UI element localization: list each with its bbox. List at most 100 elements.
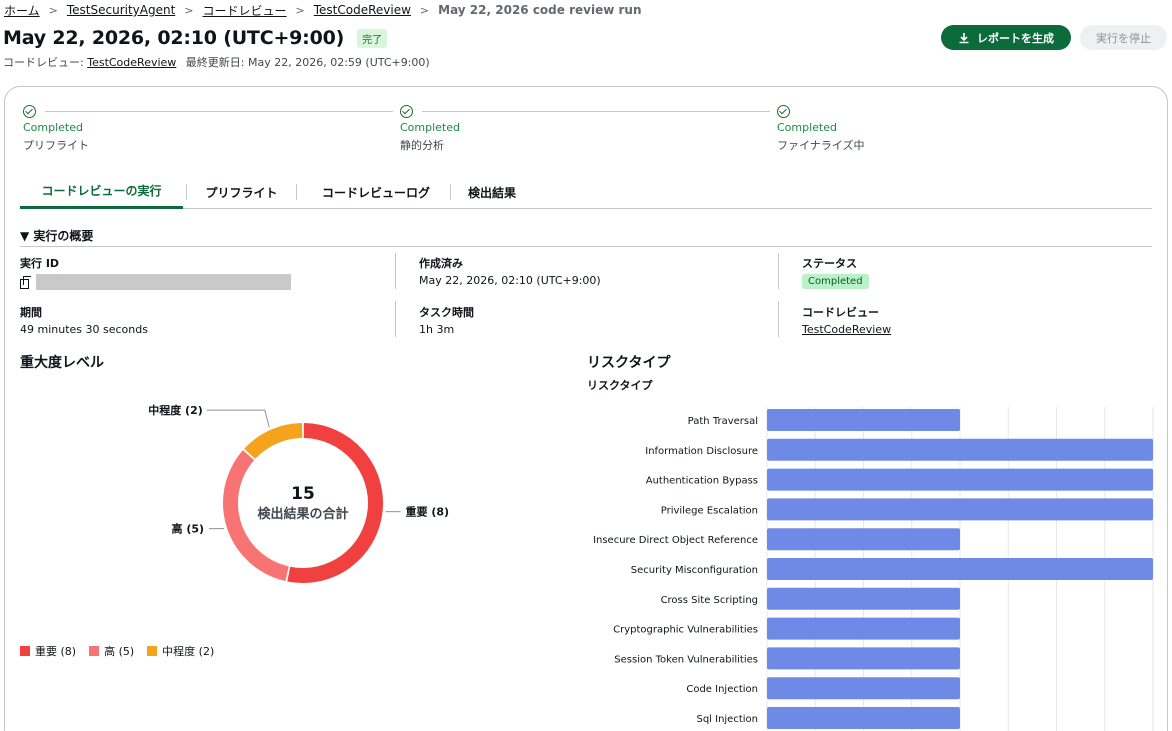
risk-bar[interactable] <box>767 438 1153 461</box>
step-connector <box>45 111 393 112</box>
risk-bar[interactable] <box>767 617 960 640</box>
status-badge: Completed <box>802 274 869 289</box>
severity-heading: 重大度レベル <box>20 355 104 371</box>
run-id-label: 実行 ID <box>20 257 60 270</box>
breadcrumb-agent-link[interactable]: TestSecurityAgent <box>67 3 175 17</box>
legend-label: 中程度 (2) <box>162 645 215 658</box>
legend-label: 重要 (8) <box>35 645 77 658</box>
risk-bar[interactable] <box>767 707 960 729</box>
breadcrumb: ホーム > TestSecurityAgent > コードレビュー > Test… <box>4 2 641 18</box>
status-badge: 完了 <box>357 28 388 48</box>
download-icon <box>959 32 969 43</box>
title-row: May 22, 2026, 02:10 (UTC+9:00) 完了 <box>3 27 388 49</box>
donut-total: 15 <box>291 484 315 504</box>
code-review-link[interactable]: TestCodeReview <box>802 323 891 336</box>
risk-category-label: Privilege Escalation <box>661 505 758 516</box>
tab-code-review-run[interactable]: コードレビューの実行 <box>20 175 183 209</box>
tab-divider <box>450 184 451 200</box>
created-value: May 22, 2026, 02:10 (UTC+9:00) <box>419 274 601 287</box>
check-circle-icon <box>23 105 36 118</box>
risk-bar[interactable] <box>767 587 960 610</box>
step-name: プリフライト <box>23 139 89 152</box>
tab-bar: コードレビューの実行 プリフライト コードレビューログ 検出結果 <box>20 175 1152 209</box>
column-divider <box>778 301 779 337</box>
risk-bar[interactable] <box>767 468 1153 491</box>
overview-toggle[interactable]: ▼ 実行の概要 <box>20 227 93 244</box>
copy-icon[interactable] <box>20 276 32 289</box>
breadcrumb-current: May 22, 2026 code review run <box>438 3 642 17</box>
step-status: Completed <box>400 121 460 134</box>
risk-type-subheading: リスクタイプ <box>587 379 653 392</box>
risk-category-label: Insecure Direct Object Reference <box>593 535 758 546</box>
breadcrumb-review-link[interactable]: コードレビュー <box>203 2 287 19</box>
legend-item-critical: 重要 (8) <box>20 643 76 659</box>
page-subtitle: コードレビュー: TestCodeReview 最終更新日: May 22, 2… <box>3 54 430 70</box>
stop-run-label: 実行を停止 <box>1096 31 1151 45</box>
risk-category-label: Authentication Bypass <box>646 476 758 487</box>
breadcrumb-home-link[interactable]: ホーム <box>4 2 40 19</box>
tab-findings[interactable]: 検出結果 <box>454 175 530 209</box>
legend-item-medium: 中程度 (2) <box>147 643 214 659</box>
task-time: タスク時間 1h 3m <box>419 304 474 336</box>
chevron-right-icon: > <box>48 3 58 17</box>
risk-category-label: Session Token Vulnerabilities <box>614 654 758 665</box>
subtitle-label: コードレビュー: <box>3 56 84 69</box>
redacted-run-id <box>36 274 291 290</box>
legend-swatch <box>147 646 158 656</box>
breadcrumb-test-link[interactable]: TestCodeReview <box>314 3 411 17</box>
generate-report-button[interactable]: レポートを生成 <box>941 25 1071 50</box>
step-status: Completed <box>23 121 83 134</box>
risk-category-label: Sql Injection <box>696 714 758 725</box>
risk-bar[interactable] <box>767 558 1153 580</box>
stop-run-button[interactable]: 実行を停止 <box>1080 25 1167 50</box>
task-time-value: 1h 3m <box>419 323 455 336</box>
check-circle-icon <box>777 105 790 118</box>
risk-bar[interactable] <box>767 498 1153 521</box>
risk-bar[interactable] <box>767 647 960 670</box>
severity-legend: 重要 (8) 高 (5) 中程度 (2) <box>20 643 227 659</box>
step-name: ファイナライズ中 <box>777 139 865 152</box>
duration-label: 期間 <box>20 306 42 319</box>
run-status: ステータス Completed <box>802 255 869 289</box>
donut-slice-2[interactable] <box>244 423 303 459</box>
generate-report-label: レポートを生成 <box>977 31 1054 45</box>
main-panel: Completed プリフライト Completed 静的分析 Complete… <box>4 86 1168 731</box>
donut-label-2: 中程度 (2) <box>148 403 203 417</box>
step-status: Completed <box>777 121 837 134</box>
tab-code-review-log[interactable]: コードレビューログ <box>300 175 452 209</box>
risk-bar[interactable] <box>767 528 960 551</box>
step-name: 静的分析 <box>400 139 444 152</box>
column-divider <box>395 253 396 289</box>
legend-swatch <box>20 646 30 656</box>
step-connector <box>422 111 770 112</box>
risk-bar[interactable] <box>767 409 960 431</box>
divider <box>20 246 1152 247</box>
legend-label: 高 (5) <box>104 645 135 658</box>
check-circle-icon <box>400 105 413 118</box>
tab-preflight[interactable]: プリフライト <box>190 175 293 209</box>
legend-swatch <box>89 646 100 656</box>
severity-donut-chart: 重要 (8) 高 (5) 中程度 (2) 15 検出結果の合計 <box>148 403 450 583</box>
column-divider <box>778 253 779 289</box>
donut-label-0: 重要 (8) <box>406 505 450 519</box>
status-label: ステータス <box>802 257 857 270</box>
risk-type-heading: リスクタイプ <box>587 355 671 371</box>
risk-category-label: Cross Site Scripting <box>661 595 758 606</box>
code-review: コードレビュー TestCodeReview <box>802 304 891 336</box>
code-review-label: コードレビュー <box>802 306 879 319</box>
page-title: May 22, 2026, 02:10 (UTC+9:00) <box>3 27 345 49</box>
task-time-label: タスク時間 <box>419 306 474 319</box>
legend-item-high: 高 (5) <box>89 643 134 659</box>
created-at: 作成済み May 22, 2026, 02:10 (UTC+9:00) <box>419 255 601 287</box>
risk-type-bar-chart: Path Traversal Information Disclosure Auth… <box>593 407 1154 731</box>
chevron-right-icon: > <box>419 3 430 17</box>
chevron-right-icon: > <box>184 3 194 17</box>
column-divider <box>395 301 396 337</box>
subtitle-code-review-link[interactable]: TestCodeReview <box>87 56 176 69</box>
last-updated: 最終更新日: May 22, 2026, 02:59 (UTC+9:00) <box>185 56 430 69</box>
risk-category-label: Information Disclosure <box>645 446 758 457</box>
tab-divider <box>296 184 297 200</box>
run-id: 実行 ID <box>20 255 291 290</box>
risk-bar[interactable] <box>767 677 960 700</box>
duration: 期間 49 minutes 30 seconds <box>20 304 148 336</box>
